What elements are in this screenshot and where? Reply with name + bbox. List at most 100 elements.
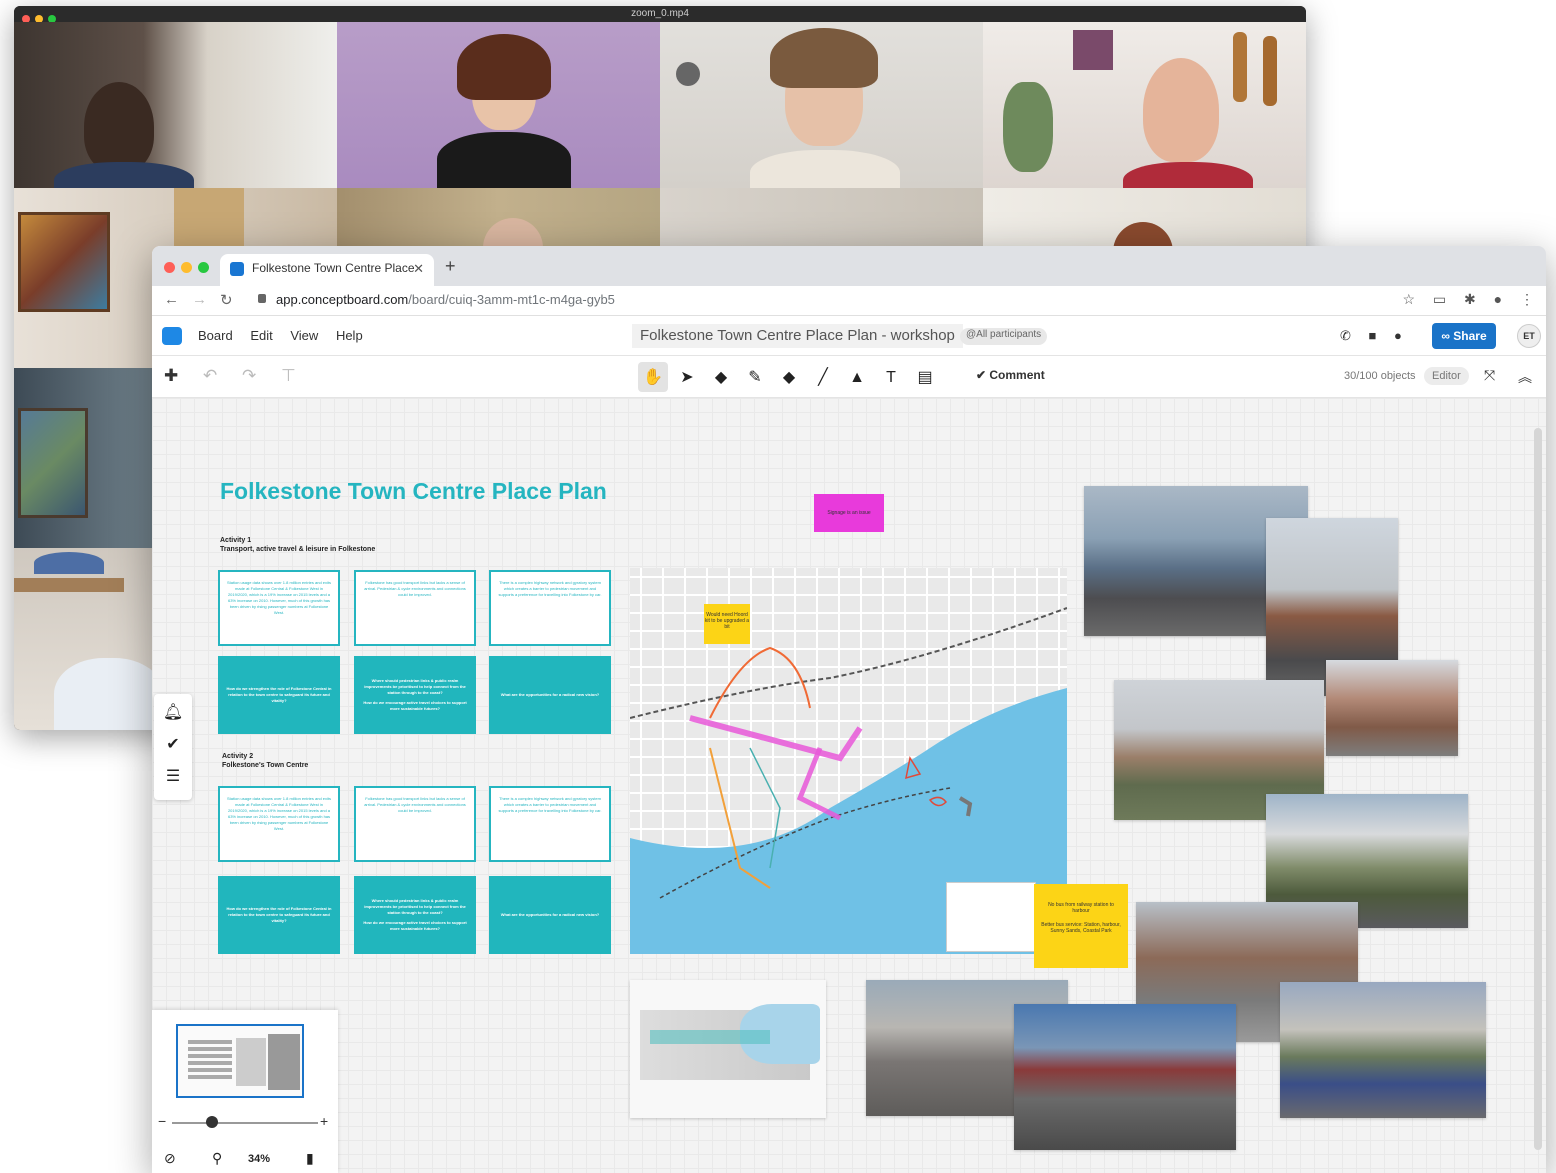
board-title[interactable]: Folkestone Town Centre Place Plan - work…: [632, 324, 963, 348]
activity1-question-card-1[interactable]: How do we strengthen the role of Folkest…: [218, 656, 340, 734]
sticky-note-tool-icon[interactable]: ▤: [910, 362, 940, 392]
activity2-info-card-1[interactable]: Station usage data shows over 1.8 millio…: [218, 786, 340, 862]
close-tab-icon[interactable]: ✕: [413, 261, 424, 277]
editor-role-badge[interactable]: Editor: [1424, 367, 1469, 385]
video-icon[interactable]: ■: [1369, 328, 1377, 343]
minimap[interactable]: [176, 1024, 304, 1098]
extensions-icon[interactable]: ✱: [1464, 291, 1476, 307]
cast-icon[interactable]: ▭: [1433, 291, 1446, 307]
url-field[interactable]: app.conceptboard.com/board/cuiq-3amm-mt1…: [276, 292, 615, 307]
navigator-panel: − + ⊘ ⚲ 34% ▮: [152, 1010, 338, 1173]
marker-tool-icon[interactable]: ◆: [774, 362, 804, 392]
zoom-in-icon[interactable]: +: [320, 1113, 328, 1129]
text-tool-icon[interactable]: T: [876, 364, 906, 394]
activity1-info-card-2[interactable]: Folkestone has good transport links but …: [354, 570, 476, 646]
share-button[interactable]: ∞ Share: [1432, 323, 1496, 349]
activity2-question-card-2[interactable]: Where should pedestrian links & public r…: [354, 876, 476, 954]
conceptboard-logo-icon[interactable]: [162, 327, 182, 345]
yellow-sticky-note-hood-kit[interactable]: Would need Hoord kit to be upgraded a bi…: [704, 604, 750, 644]
collapse-toolbar-icon[interactable]: ︽: [1518, 367, 1532, 387]
video-tile-1[interactable]: [14, 22, 337, 188]
minimize-window-icon[interactable]: [181, 262, 192, 273]
eraser-tool-icon[interactable]: ◆: [706, 362, 736, 392]
bookmark-star-icon[interactable]: ☆: [1402, 291, 1415, 307]
area-plan-image[interactable]: [630, 980, 826, 1118]
menu-edit[interactable]: Edit: [250, 328, 272, 343]
video-tile-7[interactable]: [660, 188, 983, 248]
activity2-question-card-3[interactable]: What are the opportunities for a radical…: [489, 876, 611, 954]
pen-tool-icon[interactable]: ✎: [740, 362, 770, 392]
share-label: Share: [1453, 329, 1487, 343]
zoom-slider-handle[interactable]: [206, 1116, 218, 1128]
comment-button[interactable]: ✔ Comment: [976, 368, 1045, 382]
street-photo-9[interactable]: [1014, 1004, 1236, 1150]
hand-tool-icon[interactable]: ✋: [638, 362, 668, 392]
activity1-question-card-2[interactable]: Where should pedestrian links & public r…: [354, 656, 476, 734]
shape-tool-icon[interactable]: ▲: [842, 364, 872, 394]
browser-window: Folkestone Town Centre Place ✕ + ← → ↻ a…: [152, 246, 1546, 1173]
vertical-scrollbar[interactable]: [1534, 428, 1542, 1150]
redo-icon[interactable]: ↷: [242, 366, 256, 385]
video-tile-6[interactable]: [337, 188, 660, 248]
tasks-check-icon[interactable]: ✔: [154, 734, 192, 766]
link-icon: ∞: [1441, 329, 1454, 343]
activity-1-title: Activity 1: [220, 537, 252, 544]
question-text: How do we encourage active travel choice…: [363, 920, 467, 931]
close-window-icon[interactable]: [164, 262, 175, 273]
mouse-icon[interactable]: ▮: [306, 1150, 314, 1167]
new-tab-icon[interactable]: +: [445, 256, 456, 277]
browser-menu-icon[interactable]: ⋮: [1520, 291, 1534, 307]
zoom-slider[interactable]: [172, 1122, 318, 1124]
left-side-panel: 🔔︎ ✔ ☰: [154, 694, 192, 800]
compass-icon[interactable]: ⊘: [164, 1150, 176, 1167]
activity-2-label: Activity 2 Folkestone's Town Centre: [222, 752, 308, 770]
street-photo-7[interactable]: [1280, 982, 1486, 1118]
add-icon[interactable]: ✚: [164, 366, 178, 385]
menu-view[interactable]: View: [290, 328, 318, 343]
board-toolbar: ✚ ↶ ↷ ⊤ ✋ ➤ ◆ ✎ ◆ ╱ ▲ T ▤ ✔ Comment 30/100 objec…: [152, 356, 1546, 398]
tab-conceptboard[interactable]: Folkestone Town Centre Place ✕: [220, 254, 434, 286]
undo-icon[interactable]: ↶: [203, 366, 217, 385]
reload-icon[interactable]: ↻: [220, 291, 233, 309]
activity1-info-card-1[interactable]: Station usage data shows over 1.8 millio…: [218, 570, 340, 646]
fullscreen-icon[interactable]: ⤧: [1484, 367, 1495, 384]
notifications-bell-icon[interactable]: 🔔︎: [154, 702, 192, 734]
address-bar: ← → ↻ app.conceptboard.com/board/cuiq-3a…: [152, 286, 1546, 316]
video-tile-4[interactable]: [983, 22, 1306, 188]
activity1-question-card-3[interactable]: What are the opportunities for a radical…: [489, 656, 611, 734]
folkestone-map[interactable]: Would need Hoord kit to be upgraded a bi…: [630, 568, 1067, 954]
menu-help[interactable]: Help: [336, 328, 363, 343]
video-tile-3[interactable]: [660, 22, 983, 188]
activity1-info-card-3[interactable]: There is a complex highway network and g…: [489, 570, 611, 646]
forward-icon[interactable]: →: [192, 291, 207, 308]
bus-note-line-1: No bus from railway station to harbour: [1048, 902, 1114, 914]
line-tool-icon[interactable]: ╱: [808, 362, 838, 392]
menu-board[interactable]: Board: [198, 328, 233, 343]
video-tile-2[interactable]: [337, 22, 660, 188]
select-tool-icon[interactable]: ➤: [672, 362, 702, 392]
street-photo-3[interactable]: [1326, 660, 1458, 756]
format-painter-icon[interactable]: ⊤: [281, 366, 296, 385]
back-icon[interactable]: ←: [164, 291, 179, 308]
profile-avatar-icon[interactable]: ●: [1494, 291, 1502, 307]
video-tile-8[interactable]: [983, 188, 1306, 248]
outline-list-icon[interactable]: ☰: [154, 766, 192, 798]
call-icon[interactable]: ✆: [1340, 328, 1351, 343]
pink-sticky-note[interactable]: Signage is an issue: [814, 494, 884, 532]
yellow-sticky-note-bus[interactable]: No bus from railway station to harbour B…: [1034, 884, 1128, 968]
board-heading: Folkestone Town Centre Place Plan: [220, 478, 607, 504]
maximize-window-icon[interactable]: [198, 262, 209, 273]
zoom-level[interactable]: 34%: [248, 1153, 270, 1165]
question-text: Where should pedestrian links & public r…: [364, 898, 466, 915]
question-text: What are the opportunities for a radical…: [500, 692, 600, 697]
activity2-info-card-2[interactable]: Folkestone has good transport links but …: [354, 786, 476, 862]
user-avatar[interactable]: ET: [1517, 324, 1541, 348]
question-text: What are the opportunities for a radical…: [500, 912, 600, 917]
magnifier-icon[interactable]: ⚲: [212, 1150, 222, 1167]
activity2-question-card-1[interactable]: How do we strengthen the role of Folkest…: [218, 876, 340, 954]
chat-icon[interactable]: ●: [1394, 328, 1402, 343]
board-canvas[interactable]: Folkestone Town Centre Place Plan Activi…: [152, 398, 1546, 1173]
zoom-out-icon[interactable]: −: [158, 1113, 166, 1129]
participants-badge[interactable]: @All participants: [960, 328, 1048, 345]
activity2-info-card-3[interactable]: There is a complex highway network and g…: [489, 786, 611, 862]
